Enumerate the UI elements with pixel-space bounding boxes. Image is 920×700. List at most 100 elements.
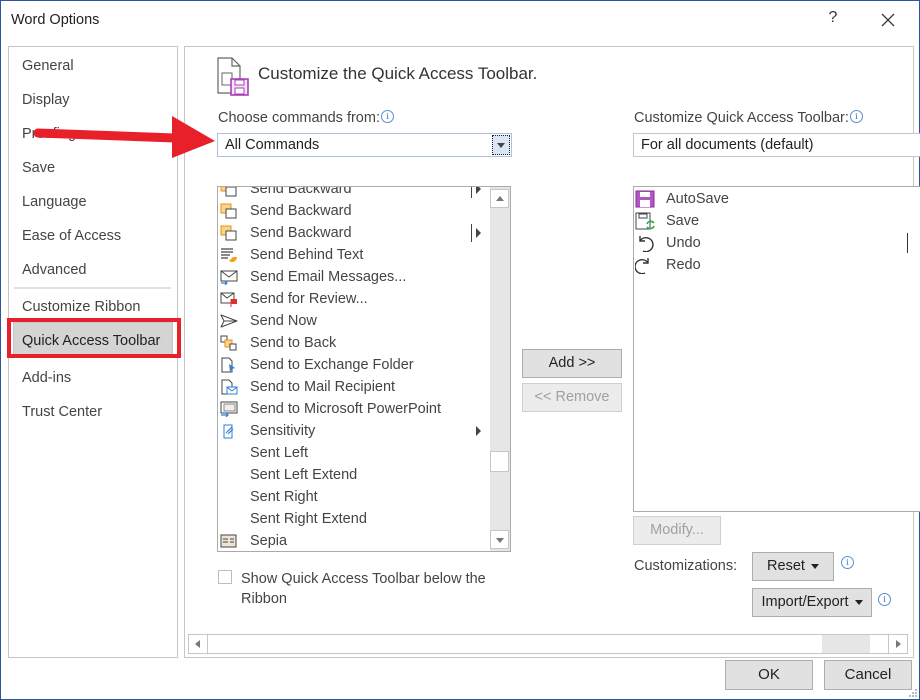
show-below-ribbon-label[interactable]: Show Quick Access Toolbar below the Ribb… — [241, 569, 486, 609]
show-below-ribbon-label-line2: Ribbon — [241, 591, 287, 607]
list-item[interactable]: Send Backward — [218, 187, 488, 200]
customize-toolbar-dropdown[interactable]: For all documents (default) — [633, 133, 920, 157]
customizations-label: Customizations: — [634, 558, 738, 574]
list-item[interactable]: Sensitivity — [218, 420, 488, 442]
modify-button-label: Modify... — [650, 522, 704, 538]
sidebar-item-general[interactable]: General — [22, 55, 74, 77]
list-item[interactable]: Sent Left Extend — [218, 464, 488, 486]
command-label: Sent Left — [250, 445, 309, 461]
import-export-button[interactable]: Import/Export — [752, 588, 872, 617]
command-label: Send Behind Text — [250, 247, 364, 263]
commands-scrollbar[interactable] — [490, 187, 510, 551]
list-item[interactable]: Send Backward — [218, 200, 488, 222]
choose-commands-dropdown[interactable]: All Commands — [217, 133, 512, 157]
list-item[interactable]: Send for Review... — [218, 288, 488, 310]
info-icon[interactable]: i — [878, 593, 891, 606]
sidebar-item-display[interactable]: Display — [22, 89, 70, 111]
toolbar-items-list[interactable]: AutoSave Save Undo Redo — [633, 186, 920, 512]
list-item[interactable]: AutoSave — [634, 188, 894, 210]
chevron-down-icon[interactable] — [492, 135, 510, 155]
scroll-thumb[interactable] — [490, 451, 509, 472]
scroll-up-button[interactable] — [490, 189, 509, 208]
submenu-arrow-icon — [476, 228, 481, 238]
info-icon[interactable]: i — [841, 556, 854, 569]
list-item[interactable]: Send Behind Text — [218, 244, 488, 266]
send-backward-icon — [220, 225, 237, 241]
list-item[interactable]: Send Now — [218, 310, 488, 332]
sidebar-item-trust-center[interactable]: Trust Center — [22, 401, 102, 423]
list-item[interactable]: Send to Exchange Folder — [218, 354, 488, 376]
sidebar-item-ease-of-access[interactable]: Ease of Access — [22, 225, 121, 247]
commands-list[interactable]: Send Backward Send Backward Send Backwar… — [217, 186, 511, 552]
horizontal-scrollbar[interactable] — [188, 634, 908, 654]
command-label: Send Backward — [250, 203, 352, 219]
send-backward-icon — [220, 187, 237, 197]
ok-button-label: OK — [758, 666, 780, 683]
resize-grip-icon[interactable] — [908, 688, 918, 698]
list-item[interactable]: Send to Microsoft PowerPoint — [218, 398, 488, 420]
sidebar-item-language[interactable]: Language — [22, 191, 87, 213]
info-icon[interactable]: i — [380, 110, 394, 123]
toolbar-item-label: Redo — [666, 257, 701, 273]
redo-icon — [635, 258, 649, 274]
show-below-ribbon-checkbox[interactable] — [218, 570, 232, 584]
help-button[interactable]: ? — [823, 9, 843, 31]
command-label: Send Email Messages... — [250, 269, 407, 285]
import-export-button-label: Import/Export — [761, 594, 849, 610]
reset-button[interactable]: Reset — [752, 552, 834, 581]
list-item[interactable]: Redo — [634, 254, 894, 276]
send-backward-icon — [220, 203, 237, 219]
sepia-icon — [220, 534, 237, 548]
list-item[interactable]: Send Backward — [218, 222, 488, 244]
cancel-button[interactable]: Cancel — [824, 660, 912, 690]
customize-toolbar-label-text: Customize Quick Access Toolbar: — [634, 110, 849, 126]
scroll-left-button[interactable] — [189, 635, 208, 653]
list-item[interactable]: Undo — [634, 232, 894, 254]
list-item[interactable]: Save — [634, 210, 894, 232]
scroll-track[interactable] — [822, 635, 870, 653]
sidebar-item-add-ins[interactable]: Add-ins — [22, 367, 71, 389]
modify-button: Modify... — [633, 516, 721, 545]
send-icon — [220, 314, 238, 328]
choose-commands-label: Choose commands from: i — [218, 110, 394, 126]
sidebar-item-advanced[interactable]: Advanced — [22, 259, 87, 281]
choose-commands-label-text: Choose commands from: — [218, 110, 380, 126]
scroll-down-button[interactable] — [490, 530, 509, 549]
dialog-title: Word Options — [11, 12, 100, 28]
ok-button[interactable]: OK — [725, 660, 813, 690]
scroll-right-button[interactable] — [888, 635, 907, 653]
toolbar-item-label: Undo — [666, 235, 701, 251]
command-label: Send to Back — [250, 335, 337, 351]
command-label: Sensitivity — [250, 423, 316, 439]
sidebar-item-save[interactable]: Save — [22, 157, 55, 179]
list-item[interactable]: Send Email Messages... — [218, 266, 488, 288]
info-icon[interactable]: i — [849, 110, 863, 123]
command-label: Send to Exchange Folder — [250, 357, 414, 373]
powerpoint-icon — [220, 401, 238, 417]
list-item[interactable]: Send to Back — [218, 332, 488, 354]
sidebar-item-proofing[interactable]: Proofing — [22, 123, 76, 145]
list-item[interactable]: Send to Mail Recipient — [218, 376, 488, 398]
sidebar-item-customize-ribbon[interactable]: Customize Ribbon — [22, 296, 140, 318]
list-item[interactable]: Sepia — [218, 530, 488, 551]
submenu-arrow-icon — [476, 426, 481, 436]
list-item[interactable]: Sent Right — [218, 486, 488, 508]
list-item[interactable]: Sent Right Extend — [218, 508, 488, 530]
send-behind-text-icon — [221, 248, 237, 262]
add-button[interactable]: Add >> — [522, 349, 622, 378]
sidebar-divider — [14, 287, 171, 289]
list-item[interactable]: Sent Left — [218, 442, 488, 464]
remove-button-label: << Remove — [534, 389, 610, 405]
annotation-highlight-box — [7, 318, 181, 358]
submenu-divider — [471, 224, 472, 242]
email-icon — [220, 270, 238, 285]
toolbar-item-label: AutoSave — [666, 191, 729, 207]
sensitivity-icon — [223, 424, 234, 439]
close-icon — [881, 13, 895, 27]
command-label: Sent Left Extend — [250, 467, 358, 483]
chevron-down-icon — [810, 563, 819, 569]
toolbar-item-label: Save — [666, 213, 700, 229]
submenu-divider — [471, 187, 472, 198]
command-label: Sent Right Extend — [250, 511, 367, 527]
close-button[interactable] — [875, 7, 901, 33]
